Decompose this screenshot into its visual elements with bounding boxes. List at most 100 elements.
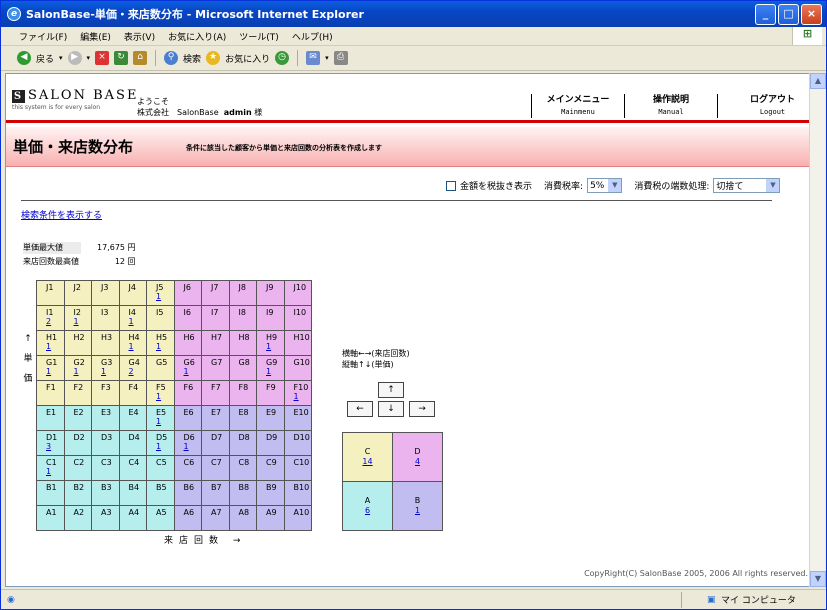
quadrant-count-link[interactable]: 6 bbox=[365, 506, 370, 515]
rounding-select[interactable]: 切捨て ▼ bbox=[713, 178, 781, 193]
grid-cell: J1 bbox=[36, 280, 65, 306]
cell-count-link[interactable]: 1 bbox=[46, 467, 64, 476]
scroll-down-icon[interactable]: ▼ bbox=[810, 571, 826, 587]
nav-mainmenu[interactable]: メインメニュー Mainmenu bbox=[531, 94, 624, 118]
forward-arrow-icon[interactable]: ▶ bbox=[67, 51, 82, 65]
grid-cell: F3 bbox=[91, 380, 120, 406]
grid-cell: C6 bbox=[173, 455, 202, 481]
cell-label: E3 bbox=[101, 408, 112, 417]
cell-count-link[interactable]: 1 bbox=[156, 417, 174, 426]
menu-favorites[interactable]: お気に入り(A) bbox=[168, 30, 226, 43]
cell-label: A5 bbox=[156, 508, 167, 517]
cell-label: E9 bbox=[266, 408, 277, 417]
back-dropdown-icon[interactable]: ▾ bbox=[59, 54, 63, 62]
cell-count-link[interactable]: 1 bbox=[156, 442, 174, 451]
grid-cell: A9 bbox=[256, 505, 285, 531]
shift-right-button[interactable]: → bbox=[409, 401, 435, 417]
cell-count-link[interactable]: 1 bbox=[156, 292, 174, 301]
cell-count-link[interactable]: 1 bbox=[46, 342, 64, 351]
grid-cell: B2 bbox=[63, 480, 92, 506]
cell-label: I10 bbox=[293, 308, 307, 317]
menu-file[interactable]: ファイル(F) bbox=[19, 30, 67, 43]
search-button[interactable]: 検索 bbox=[183, 52, 201, 65]
close-button[interactable]: × bbox=[801, 4, 822, 25]
favorites-star-icon[interactable]: ★ bbox=[206, 51, 221, 65]
cell-count-link[interactable]: 1 bbox=[129, 317, 147, 326]
shift-left-button[interactable]: ← bbox=[347, 401, 373, 417]
cell-count-link[interactable]: 1 bbox=[266, 367, 284, 376]
shift-up-button[interactable]: ↑ bbox=[378, 382, 404, 398]
max-visit-value: 12 回 bbox=[114, 257, 136, 266]
grid-cell: C2 bbox=[63, 455, 92, 481]
cell-count-link[interactable]: 1 bbox=[266, 342, 284, 351]
grid-cell: E10 bbox=[283, 405, 312, 431]
grid-row: F1 F2 F3 F4 F5 1 F6 F7 F8 F9 F10 1 bbox=[36, 380, 312, 406]
cell-label: B5 bbox=[156, 483, 167, 492]
cell-label: F1 bbox=[46, 383, 56, 392]
cell-count-link[interactable]: 1 bbox=[129, 342, 147, 351]
cell-count-link[interactable]: 3 bbox=[46, 442, 64, 451]
cell-count-link[interactable]: 1 bbox=[101, 367, 119, 376]
tax-excl-checkbox[interactable] bbox=[446, 180, 456, 191]
cell-label: A9 bbox=[266, 508, 277, 517]
cell-count-link[interactable]: 1 bbox=[184, 442, 202, 451]
menu-tools[interactable]: ツール(T) bbox=[239, 30, 279, 43]
cell-count-link[interactable]: 1 bbox=[74, 367, 92, 376]
search-icon[interactable]: ⚲ bbox=[164, 51, 179, 65]
quadrant-count-link[interactable]: 1 bbox=[415, 506, 420, 515]
page-viewport: S SALON BASE this system is for every sal… bbox=[5, 73, 811, 587]
tax-rate-select[interactable]: 5% ▼ bbox=[587, 178, 623, 193]
back-arrow-icon[interactable]: ◀ bbox=[17, 51, 31, 65]
nav-manual[interactable]: 操作説明 Manual bbox=[624, 94, 717, 118]
grid-cell: E2 bbox=[63, 405, 92, 431]
cell-label: I3 bbox=[101, 308, 109, 317]
forward-dropdown-icon[interactable]: ▾ bbox=[87, 54, 91, 62]
cell-label: C4 bbox=[128, 458, 140, 467]
mail-icon[interactable]: ✉ bbox=[306, 51, 321, 65]
mail-dropdown-icon[interactable]: ▾ bbox=[325, 54, 329, 62]
home-icon[interactable]: ⌂ bbox=[133, 51, 148, 65]
cell-label: G7 bbox=[211, 358, 223, 367]
grid-cell: D4 bbox=[118, 430, 147, 456]
grid-cell: F8 bbox=[228, 380, 257, 406]
cell-label: H2 bbox=[73, 333, 85, 342]
print-icon[interactable]: ⎙ bbox=[333, 51, 348, 65]
title-bar[interactable]: e SalonBase-単価・来店数分布 - Microsoft Interne… bbox=[1, 1, 826, 27]
cell-count-link[interactable]: 1 bbox=[184, 367, 202, 376]
menu-help[interactable]: ヘルプ(H) bbox=[292, 30, 333, 43]
cell-label: C9 bbox=[266, 458, 277, 467]
stop-icon[interactable]: × bbox=[95, 51, 110, 65]
scroll-up-icon[interactable]: ▲ bbox=[810, 73, 826, 89]
minimize-button[interactable]: _ bbox=[755, 4, 776, 25]
grid-cell: F4 bbox=[118, 380, 147, 406]
vertical-scrollbar[interactable]: ▲ ▼ bbox=[809, 73, 826, 587]
grid-cell: C1 1 bbox=[36, 455, 65, 481]
quadrant-count-link[interactable]: 4 bbox=[415, 457, 420, 466]
quadrant-count-link[interactable]: 14 bbox=[362, 457, 372, 466]
cell-label: C6 bbox=[183, 458, 195, 467]
cell-label: H3 bbox=[101, 333, 113, 342]
cell-count-link[interactable]: 1 bbox=[46, 367, 64, 376]
cell-count-link[interactable]: 1 bbox=[156, 342, 174, 351]
cell-label: H5 bbox=[156, 333, 168, 342]
maximize-button[interactable]: □ bbox=[778, 4, 799, 25]
cell-count-link[interactable]: 2 bbox=[129, 367, 147, 376]
cell-count-link[interactable]: 1 bbox=[74, 317, 92, 326]
cell-label: B1 bbox=[46, 483, 57, 492]
cell-label: D2 bbox=[73, 433, 85, 442]
shift-down-button[interactable]: ↓ bbox=[378, 401, 404, 417]
cell-label: F2 bbox=[73, 383, 84, 392]
grid-cell: A6 bbox=[173, 505, 202, 531]
menu-edit[interactable]: 編集(E) bbox=[80, 30, 111, 43]
cell-count-link[interactable]: 1 bbox=[156, 392, 174, 401]
menu-view[interactable]: 表示(V) bbox=[124, 30, 155, 43]
history-icon[interactable]: ◷ bbox=[275, 51, 290, 65]
cell-count-link[interactable]: 2 bbox=[46, 317, 64, 326]
favorites-button[interactable]: お気に入り bbox=[225, 52, 270, 65]
show-search-conditions-link[interactable]: 検索条件を表示する bbox=[21, 211, 102, 221]
back-button[interactable]: 戻る bbox=[36, 52, 54, 65]
refresh-icon[interactable]: ↻ bbox=[114, 51, 129, 65]
cell-count-link[interactable]: 1 bbox=[294, 392, 312, 401]
nav-logout[interactable]: ログアウト Logout bbox=[717, 94, 810, 118]
grid-cell: H6 bbox=[173, 330, 202, 356]
